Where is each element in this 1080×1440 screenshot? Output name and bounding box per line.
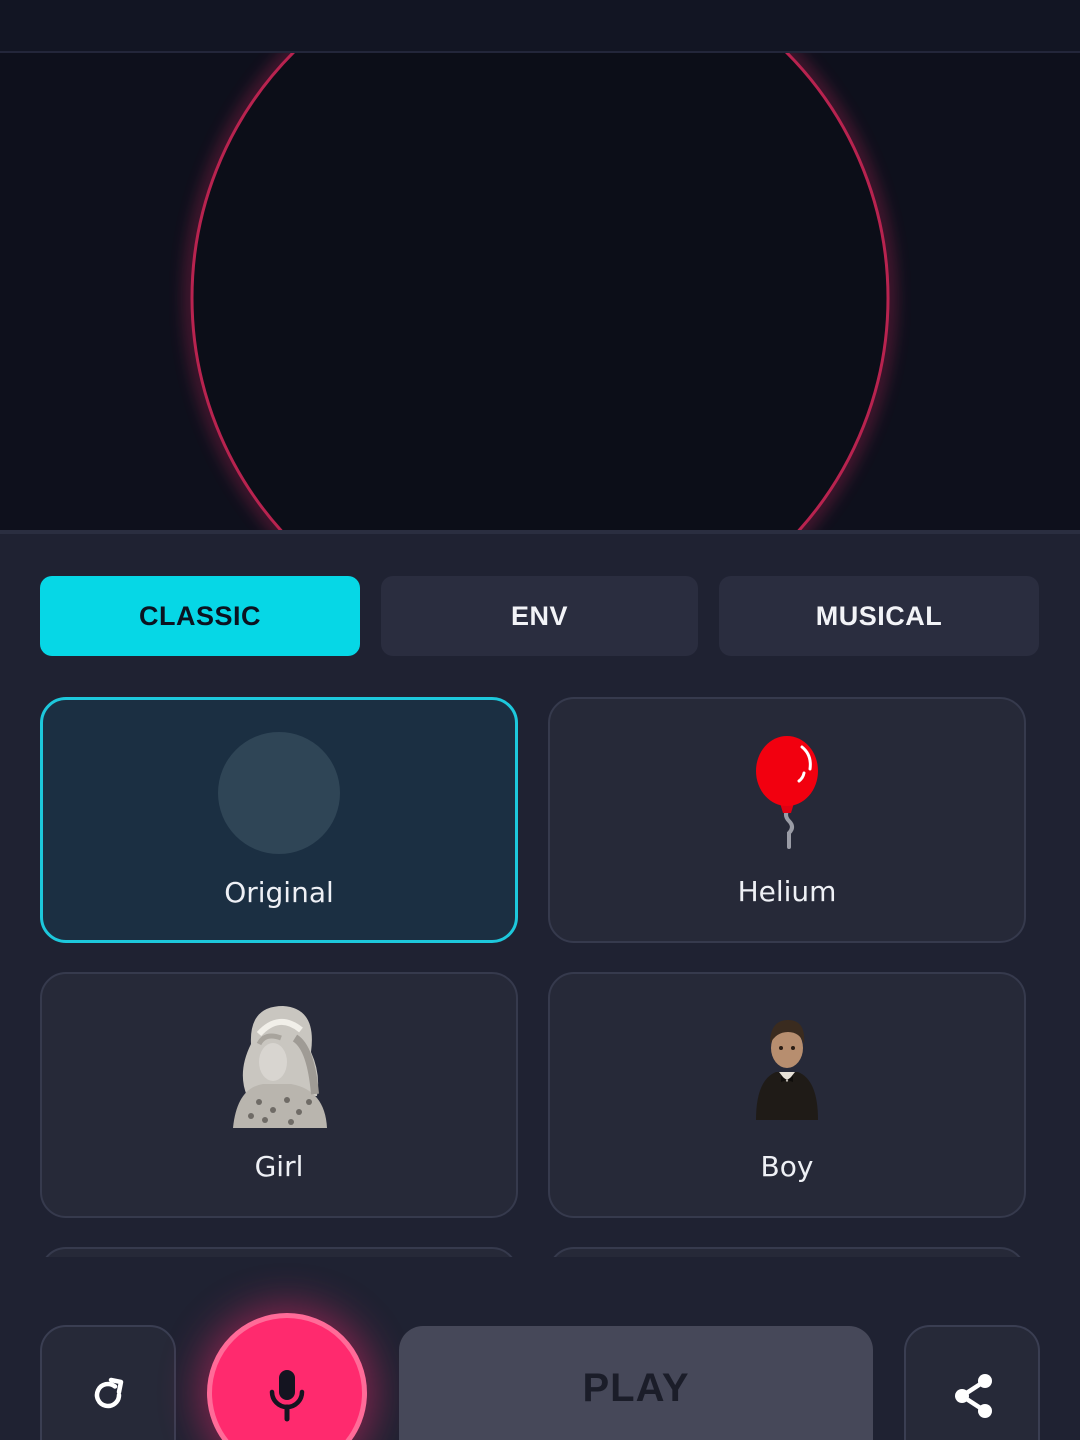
play-button-label: PLAY bbox=[582, 1366, 690, 1410]
original-circle-icon bbox=[218, 732, 340, 854]
visualizer-divider bbox=[0, 530, 1080, 534]
effects-grid: Original Helium Girl Boy bbox=[40, 697, 1030, 1257]
microphone-icon bbox=[269, 1370, 305, 1422]
balloon-icon bbox=[756, 736, 818, 849]
record-button[interactable] bbox=[207, 1313, 367, 1440]
visualizer-ring bbox=[185, 53, 895, 530]
top-bar bbox=[0, 0, 1080, 53]
effect-label: Original bbox=[224, 876, 334, 909]
effect-card-girl[interactable]: Girl bbox=[40, 972, 518, 1218]
effect-card-helium[interactable]: Helium bbox=[548, 697, 1026, 943]
play-button[interactable]: PLAY bbox=[399, 1326, 873, 1440]
reset-button[interactable] bbox=[40, 1325, 176, 1440]
audio-visualizer bbox=[0, 53, 1080, 530]
effect-card-original[interactable]: Original bbox=[40, 697, 518, 943]
girl-photo bbox=[233, 1006, 327, 1128]
tab-classic[interactable]: CLASSIC bbox=[40, 576, 360, 656]
effect-card-boy[interactable]: Boy bbox=[548, 972, 1026, 1218]
share-button[interactable] bbox=[904, 1325, 1040, 1440]
effect-label: Boy bbox=[760, 1150, 814, 1183]
category-tabs: CLASSIC ENV MUSICAL bbox=[40, 576, 1040, 656]
voice-changer-app: CLASSIC ENV MUSICAL Original Helium Girl… bbox=[0, 0, 1080, 1440]
effect-label: Girl bbox=[254, 1150, 304, 1183]
effect-card-partial[interactable] bbox=[548, 1247, 1026, 1257]
tab-env[interactable]: ENV bbox=[381, 576, 698, 656]
boy-photo bbox=[756, 1020, 818, 1120]
effect-card-partial[interactable] bbox=[40, 1247, 518, 1257]
effect-label: Helium bbox=[737, 875, 837, 908]
tab-musical[interactable]: MUSICAL bbox=[719, 576, 1039, 656]
refresh-icon bbox=[94, 1377, 124, 1409]
share-icon bbox=[955, 1374, 992, 1418]
